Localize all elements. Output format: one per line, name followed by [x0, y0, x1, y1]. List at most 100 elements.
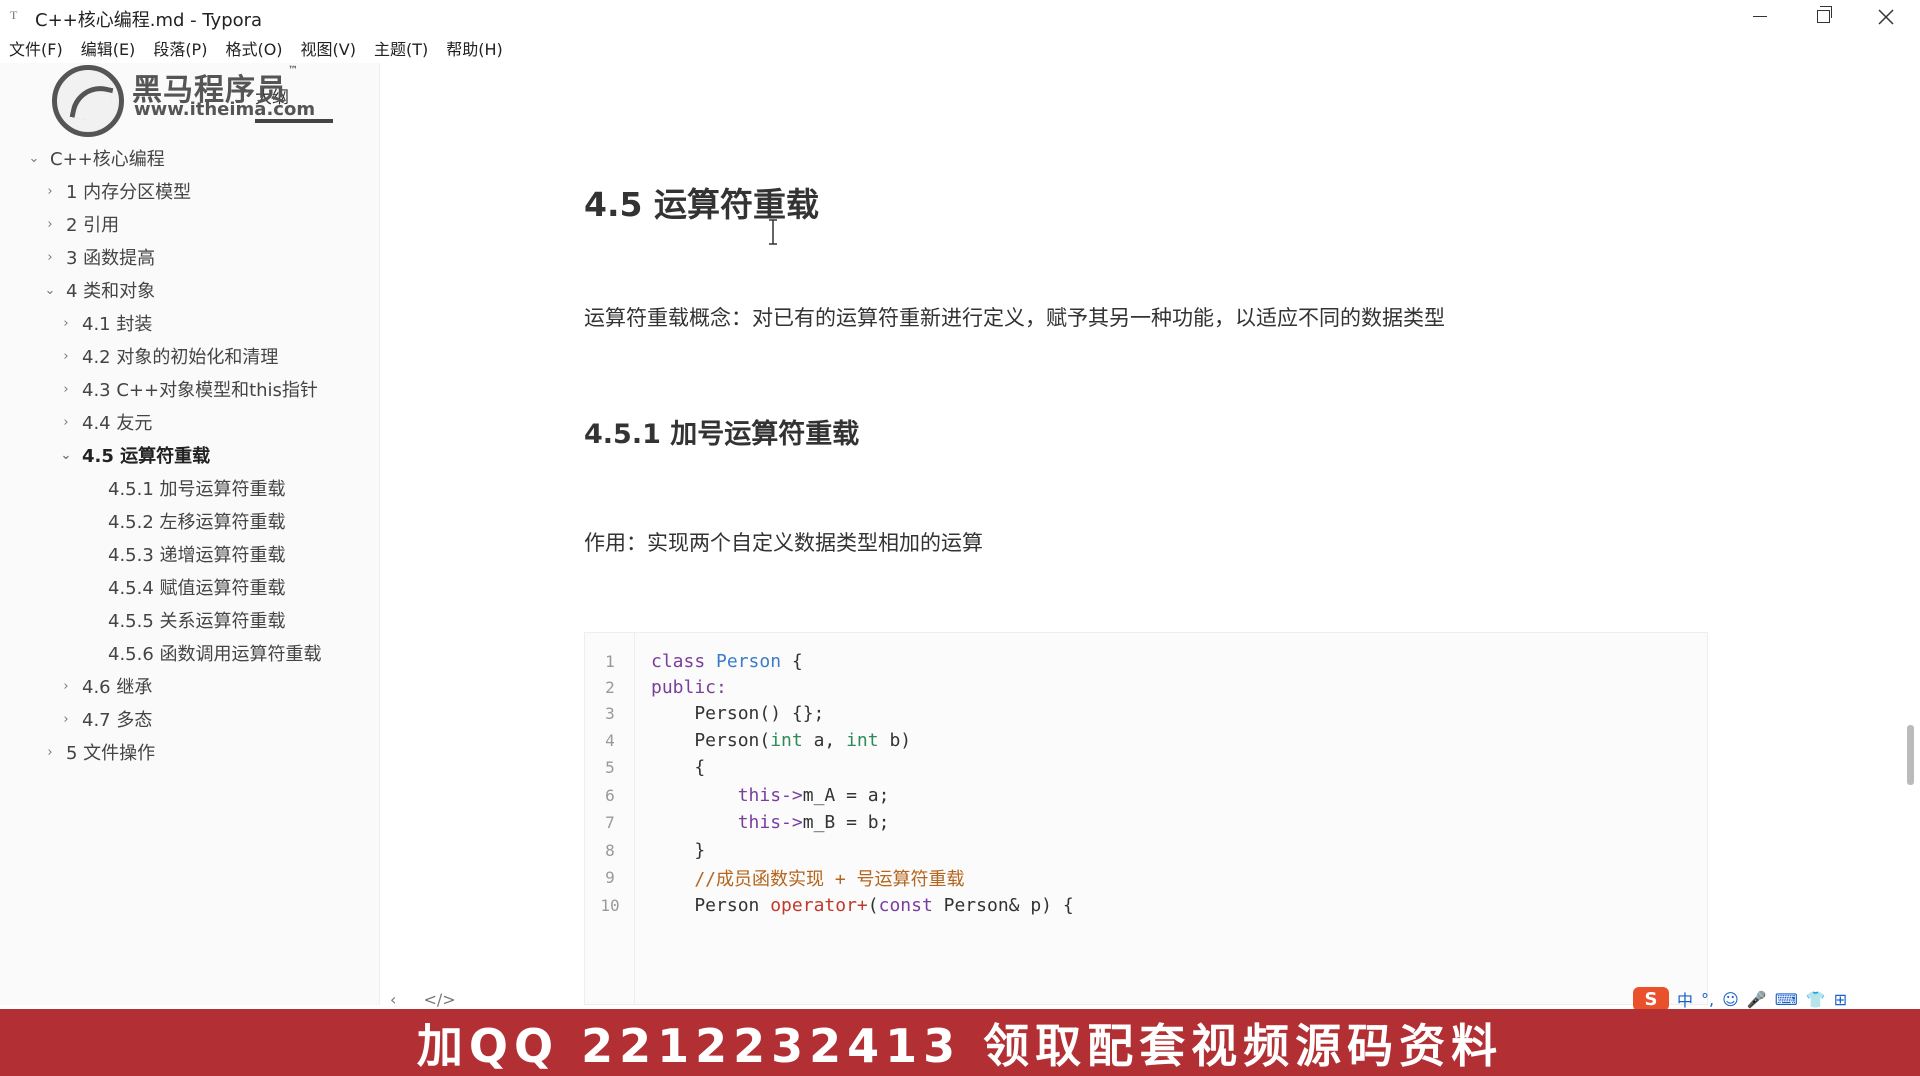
outline-item-label: 4.7 多态 — [82, 710, 153, 731]
outline-item[interactable]: 4.5.6 函数调用运算符重载 — [78, 638, 322, 668]
outline-item-label: 4.5.3 递增运算符重载 — [108, 545, 286, 566]
outline-item[interactable]: 4.5.4 赋值运算符重载 — [78, 572, 286, 602]
outline-item[interactable]: › 4.7 多态 — [58, 704, 152, 734]
ime-skin-icon[interactable]: 👕 — [1806, 990, 1826, 1009]
promo-banner: 加QQ 2212232413 领取配套视频源码资料 — [0, 1009, 1920, 1076]
chevron-right-icon[interactable]: › — [42, 250, 58, 265]
menu-help[interactable]: 帮助(H) — [446, 36, 503, 60]
code-text: class Person { — [651, 651, 803, 672]
outline-item[interactable]: › 4.3 C++对象模型和this指针 — [58, 374, 318, 404]
sidebar-toggle-icon[interactable]: ‹ — [390, 990, 396, 1009]
chevron-right-icon[interactable]: › — [58, 349, 74, 364]
outline-item[interactable]: › 4.1 封装 — [58, 308, 152, 338]
chevron-down-icon[interactable]: ⌄ — [26, 151, 42, 166]
menu-edit[interactable]: 编辑(E) — [81, 36, 136, 60]
editor-scrollbar[interactable] — [1907, 725, 1914, 785]
outline-item[interactable]: › 3 函数提高 — [42, 242, 155, 272]
chevron-down-icon[interactable]: ⌄ — [58, 448, 74, 463]
line-number: 8 — [605, 841, 615, 860]
chevron-right-icon[interactable]: › — [58, 679, 74, 694]
menu-file[interactable]: 文件(F) — [9, 36, 63, 60]
code-block[interactable]: 1 class Person {2 public: 3 Person() {}; 4 P… — [584, 632, 1708, 1005]
chevron-right-icon[interactable]: › — [58, 415, 74, 430]
outline-item[interactable]: 4.5.5 关系运算符重载 — [78, 605, 286, 635]
restore-icon — [1816, 6, 1832, 23]
window-title: C++核心编程.md - Typora — [35, 10, 263, 31]
outline-item-label: 4.3 C++对象模型和this指针 — [82, 380, 318, 401]
outline-item[interactable]: 4.5.1 加号运算符重载 — [78, 473, 286, 503]
menu-paragraph[interactable]: 段落(P) — [153, 36, 207, 60]
outline-item[interactable]: › 4.2 对象的初始化和清理 — [58, 341, 278, 371]
menu-bar: 文件(F) 编辑(E) 段落(P) 格式(O) 视图(V) 主题(T) 帮助(H… — [0, 33, 1920, 63]
ime-chinese-mode-icon[interactable]: 中 — [1677, 987, 1693, 1011]
menu-theme[interactable]: 主题(T) — [374, 36, 428, 60]
code-line[interactable]: 10 Person operator+(const Person& p) { — [585, 889, 1707, 922]
code-text: public: — [651, 677, 727, 698]
code-text: Person operator+(const Person& p) { — [651, 895, 1074, 916]
chevron-right-icon[interactable]: › — [58, 382, 74, 397]
outline-item[interactable]: › 2 引用 — [42, 209, 119, 239]
code-text: } — [651, 840, 706, 861]
outline-item-label: 2 引用 — [66, 215, 120, 236]
outline-item-label: 4.5.4 赋值运算符重载 — [108, 578, 286, 599]
outline-item-label: 4 类和对象 — [66, 281, 156, 302]
chevron-right-icon[interactable]: › — [58, 712, 74, 727]
code-text: this->m_A = a; — [737, 785, 890, 806]
chevron-down-icon[interactable]: ⌄ — [42, 283, 58, 298]
outline-item[interactable]: ⌄ 4.5 运算符重载 — [58, 440, 211, 470]
outline-item[interactable]: › 5 文件操作 — [42, 737, 155, 767]
outline-item-label: 4.4 友元 — [82, 413, 153, 434]
restore-button[interactable] — [1793, 0, 1853, 33]
outline-item[interactable]: 4.5.2 左移运算符重载 — [78, 506, 286, 536]
outline-item[interactable]: ⌄ 4 类和对象 — [42, 275, 156, 305]
paragraph-concept: 运算符重载概念：对已有的运算符重新进行定义，赋予其另一种功能，以适应不同的数据类… — [584, 306, 1445, 330]
source-mode-icon[interactable]: </> — [424, 990, 456, 1009]
typora-app-icon: T — [10, 8, 18, 22]
close-button[interactable] — [1856, 0, 1916, 33]
text-cursor-icon — [769, 219, 777, 245]
code-text: { — [651, 757, 706, 778]
title-bar: T C++核心编程.md - Typora — [0, 0, 1920, 33]
promo-banner-text: 加QQ 2212232413 领取配套视频源码资料 — [416, 1018, 1504, 1073]
menu-view[interactable]: 视图(V) — [301, 36, 356, 60]
horse-logo-icon — [52, 65, 124, 137]
outline-item-label: 3 函数提高 — [66, 248, 156, 269]
outline-item[interactable]: › 4.6 继承 — [58, 671, 152, 701]
outline-item[interactable]: › 4.4 友元 — [58, 407, 152, 437]
ime-voice-icon[interactable]: 🎤 — [1747, 990, 1767, 1009]
outline-item[interactable]: › 1 内存分区模型 — [42, 176, 191, 206]
line-number: 4 — [605, 731, 615, 750]
status-bar: ‹ </> — [390, 990, 478, 1009]
minimize-button[interactable] — [1730, 0, 1790, 33]
ime-emoji-icon[interactable]: ☺ — [1722, 990, 1739, 1009]
code-text: Person(int a, int b) — [651, 730, 912, 751]
outline-item[interactable]: 4.5.3 递增运算符重载 — [78, 539, 286, 569]
chevron-right-icon[interactable]: › — [58, 316, 74, 331]
outline-item-label: 4.5.2 左移运算符重载 — [108, 512, 286, 533]
line-number: 2 — [605, 678, 615, 697]
outline-item-label: 4.5.1 加号运算符重载 — [108, 479, 286, 500]
line-number: 6 — [605, 786, 615, 805]
chevron-right-icon[interactable]: › — [42, 217, 58, 232]
sidebar: 大纲 黑马程序员 ™ www.itheima.com ⌄ C++核心编程 › 1 内存… — [0, 63, 380, 1005]
menu-format[interactable]: 格式(O) — [225, 36, 282, 60]
outline-item-label: 1 内存分区模型 — [66, 182, 192, 203]
chevron-right-icon[interactable]: › — [42, 184, 58, 199]
ime-toolbar: S 中 °, ☺ 🎤 ⌨ 👕 ⊞ — [1633, 987, 1920, 1011]
ime-punctuation-icon[interactable]: °, — [1701, 990, 1714, 1009]
outline-item-label: 4.5.5 关系运算符重载 — [108, 611, 286, 632]
chevron-right-icon[interactable]: › — [42, 745, 58, 760]
line-number: 7 — [605, 813, 615, 832]
close-icon — [1878, 8, 1894, 25]
outline-item-label: 4.5 运算符重载 — [82, 446, 211, 467]
code-text: this->m_B = b; — [737, 812, 890, 833]
ime-toolbox-icon[interactable]: ⊞ — [1834, 990, 1847, 1009]
itheima-logo-watermark: 黑马程序员 ™ www.itheima.com — [52, 65, 315, 137]
ime-keyboard-icon[interactable]: ⌨ — [1775, 990, 1798, 1009]
outline-item-label: 5 文件操作 — [66, 743, 156, 764]
line-number: 1 — [605, 652, 615, 671]
heading-4-5: 4.5 运算符重载 — [584, 185, 819, 224]
heading-4-5-1: 4.5.1 加号运算符重载 — [584, 419, 860, 450]
sogou-ime-icon[interactable]: S — [1633, 987, 1669, 1011]
outline-item[interactable]: ⌄ C++核心编程 — [26, 143, 165, 173]
